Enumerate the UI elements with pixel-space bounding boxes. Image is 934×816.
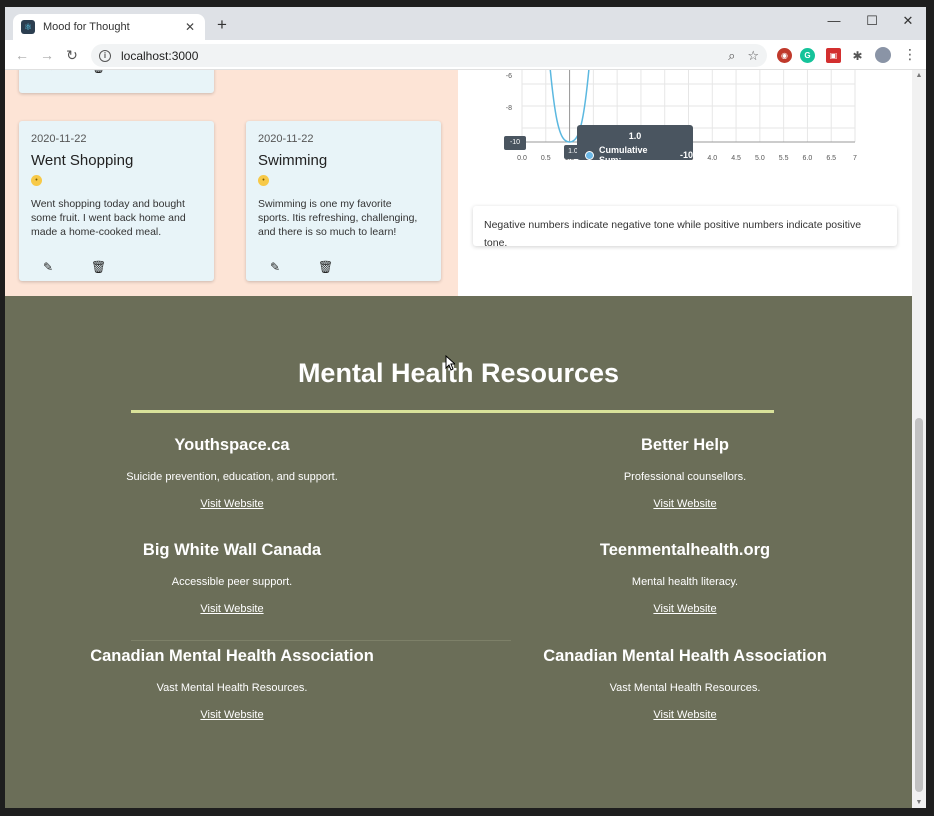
close-window-button[interactable]: ✕ [898, 13, 918, 29]
x-tick-label: 4.5 [731, 155, 741, 162]
resources-title: Mental Health Resources [297, 358, 620, 388]
chart-note-card: Negative numbers indicate negative tone … [473, 206, 897, 249]
x-tick-label: 0.5 [541, 155, 551, 162]
scroll-up-arrow-icon[interactable]: ▲ [912, 72, 926, 79]
tab-title: Mood for Thought [43, 21, 130, 33]
maximize-button[interactable]: ☐ [862, 13, 882, 29]
zoom-icon[interactable]: ⌕ [728, 48, 735, 64]
entry-date: 2020-11-22 [258, 133, 314, 145]
chart-note-text: Negative numbers indicate negative tone … [484, 219, 862, 249]
resource-name: Teenmentalhealth.org [599, 541, 771, 559]
resource-name: Big White Wall Canada [142, 541, 322, 559]
resource-name: Better Help [640, 436, 730, 454]
resource-name: Canadian Mental Health Association [90, 647, 374, 665]
x-tick-label: 6.5 [826, 155, 836, 162]
bookmark-star-icon[interactable]: ☆ [747, 48, 759, 64]
resource-name: Canadian Mental Health Association [543, 647, 827, 665]
entry-card-partial: ✎ 🗑 [19, 70, 214, 93]
happy-face-icon: • [258, 175, 269, 186]
x-tick-label: 4.0 [707, 155, 717, 162]
page-scrollbar[interactable]: ▲ ▼ [912, 70, 926, 808]
minimize-button[interactable]: — [824, 13, 844, 28]
browser-tab[interactable]: ⚛ Mood for Thought ✕ [13, 14, 205, 40]
visit-website-link[interactable]: Visit Website [5, 603, 459, 615]
browser-window: ⚛ Mood for Thought ✕ + — ☐ ✕ ← → ↻ i loc… [5, 7, 926, 808]
url-text: localhost:3000 [121, 48, 199, 63]
profile-avatar[interactable] [875, 47, 891, 63]
edit-pencil-icon[interactable]: ✎ [268, 260, 282, 274]
tooltip-value: -10 [679, 150, 693, 160]
react-favicon-icon: ⚛ [21, 20, 35, 34]
series-color-swatch [585, 150, 594, 160]
x-tick-label: 7 [853, 155, 857, 162]
delete-trash-icon[interactable]: 🗑 [91, 260, 106, 274]
visit-website-link[interactable]: Visit Website [458, 603, 912, 615]
entry-card: 2020-11-22 Swimming • Swimming is one my… [246, 121, 441, 281]
chart-tooltip: 1.0 Cumulative Sum: -10 [577, 125, 693, 165]
visit-website-link[interactable]: Visit Website [458, 709, 912, 721]
faint-divider [131, 640, 511, 641]
page-viewport: ✎ 🗑 2020-11-22 Went Shopping • Went shop… [5, 70, 912, 808]
browser-toolbar: ← → ↻ i localhost:3000 ⌕ ☆ ◉ G ▣ ✱ ⋮ [5, 40, 926, 70]
resource-description: Accessible peer support. [171, 576, 293, 588]
visit-website-link[interactable]: Visit Website [5, 709, 459, 721]
scrollbar-thumb[interactable] [915, 418, 923, 792]
tab-close-icon[interactable]: ✕ [183, 20, 197, 34]
entry-card: 2020-11-22 Went Shopping • Went shopping… [19, 121, 214, 281]
title-underline [131, 410, 774, 413]
tab-strip: ⚛ Mood for Thought ✕ + — ☐ ✕ [5, 7, 926, 40]
x-tick-label: 0.0 [517, 155, 527, 162]
entry-title: Went Shopping [31, 152, 134, 169]
x-tick-label: 5.5 [779, 155, 789, 162]
resource-description: Vast Mental Health Resources. [609, 682, 761, 694]
tooltip-title: 1.0 [628, 131, 642, 141]
info-icon[interactable]: i [99, 49, 111, 62]
delete-trash-icon[interactable]: 🗑 [318, 260, 333, 274]
extensions-puzzle-icon[interactable]: ✱ [850, 48, 865, 63]
entry-date: 2020-11-22 [31, 133, 87, 145]
mouse-cursor-icon [445, 355, 455, 371]
entry-title: Swimming [258, 152, 328, 169]
edit-pencil-icon[interactable]: ✎ [41, 70, 55, 74]
x-tick-label: 6.0 [803, 155, 813, 162]
edit-pencil-icon[interactable]: ✎ [41, 260, 55, 274]
x-tick-label: 5.0 [755, 155, 765, 162]
resource-description: Vast Mental Health Resources. [156, 682, 308, 694]
reload-icon[interactable]: ↻ [63, 46, 81, 64]
mood-chart-section: 0.00.51.01.52.02.53.03.54.04.55.05.56.06… [458, 70, 912, 296]
visit-website-link[interactable]: Visit Website [458, 498, 912, 510]
y-tick-label: -6 [506, 73, 512, 80]
y-tick-label: -8 [506, 105, 512, 112]
forward-arrow-icon[interactable]: → [38, 46, 56, 64]
resource-description: Mental health literacy. [631, 576, 739, 588]
resource-description: Suicide prevention, education, and suppo… [126, 471, 338, 483]
tooltip-label: Cumulative Sum: [598, 145, 648, 165]
y-axis-badge: -10 [504, 136, 526, 150]
browser-menu-icon[interactable]: ⋮ [903, 46, 917, 63]
back-arrow-icon[interactable]: ← [13, 46, 31, 64]
screen-recorder-extension-icon[interactable]: ▣ [826, 48, 841, 63]
mental-health-resources-section: Mental Health Resources Youthspace.ca Su… [5, 296, 912, 808]
entry-body: Swimming is one my favorite sports. Itis… [258, 198, 418, 238]
delete-trash-icon[interactable]: 🗑 [91, 70, 106, 74]
entry-body: Went shopping today and bought some frui… [31, 198, 186, 238]
neutral-face-icon: • [31, 175, 42, 186]
grammarly-extension-icon[interactable]: G [800, 48, 815, 63]
resource-description: Professional counsellors. [623, 471, 747, 483]
address-bar[interactable]: i localhost:3000 ⌕ ☆ [91, 44, 767, 67]
resource-name: Youthspace.ca [174, 436, 290, 454]
journal-entries-section: ✎ 🗑 2020-11-22 Went Shopping • Went shop… [5, 70, 458, 296]
scroll-down-arrow-icon[interactable]: ▼ [912, 799, 926, 806]
visit-website-link[interactable]: Visit Website [5, 498, 459, 510]
new-tab-button[interactable]: + [212, 16, 232, 34]
adblock-extension-icon[interactable]: ◉ [777, 48, 792, 63]
